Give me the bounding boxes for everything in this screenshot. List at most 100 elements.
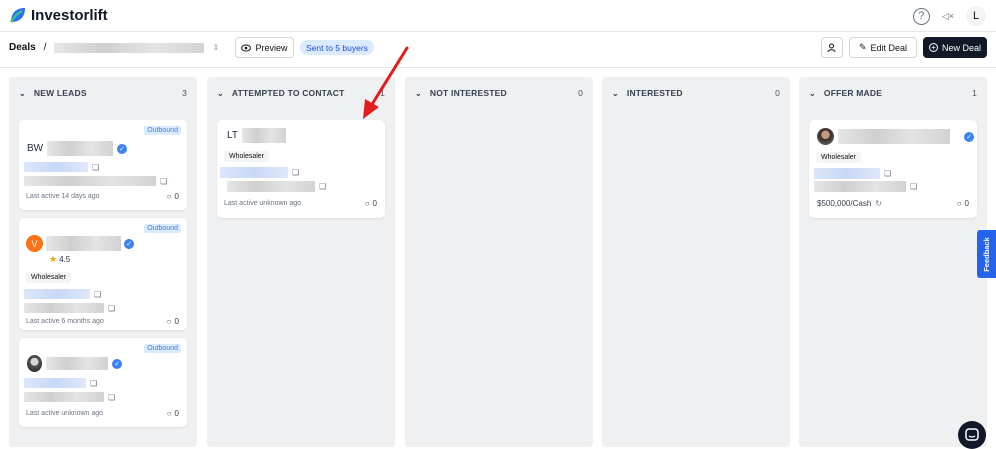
offer-price: $500,000/Cash — [817, 199, 872, 208]
column-header[interactable]: ⌄ NEW LEADS 3 — [9, 77, 197, 109]
breadcrumb-deals[interactable]: Deals — [9, 42, 36, 53]
chevron-down-icon: ⌄ — [612, 88, 619, 98]
deal-card[interactable]: LT Wholesaler ❏ ❏ Last active unknown ag… — [217, 120, 385, 218]
email-redacted[interactable] — [24, 378, 86, 388]
chevron-down-icon: ⌄ — [415, 88, 422, 98]
annotation-arrow — [363, 46, 409, 119]
logo[interactable]: Investorlift — [9, 6, 108, 24]
contact-initials: BW — [27, 143, 44, 154]
feedback-label: Feedback — [982, 236, 992, 272]
chat-launcher[interactable] — [958, 421, 986, 449]
copy-icon[interactable]: ❏ — [90, 379, 97, 388]
rating-value: 4.5 — [59, 255, 71, 264]
verified-icon: ✓ — [117, 143, 128, 154]
top-bar: Investorlift ? ◁× L — [0, 0, 996, 32]
copy-icon[interactable]: ❏ — [94, 290, 101, 299]
copy-icon[interactable]: ❏ — [108, 304, 115, 313]
last-active: Last active unknown ago — [224, 200, 302, 207]
column-count: 1 — [972, 88, 977, 98]
phone-redacted[interactable] — [24, 176, 156, 186]
comments[interactable]: ○ 0 — [167, 409, 179, 418]
chevron-down-icon: ⌄ — [809, 88, 816, 98]
column-title: NOT INTERESTED — [429, 88, 507, 98]
comment-icon: ○ — [166, 317, 172, 326]
plus-circle-icon: + — [928, 43, 938, 52]
verified-icon: ✓ — [124, 238, 134, 249]
deal-card[interactable]: Outbound V ✓ ★ 4.5 Wholesaler ❏ ❏ Last a… — [19, 218, 187, 330]
column-title: ATTEMPTED TO CONTACT — [231, 88, 345, 98]
outbound-badge: Outbound — [144, 344, 181, 353]
deal-card[interactable]: ✓ Wholesaler ❏ ❏ $500,000/Cash ↻ ○ 0 — [809, 120, 977, 218]
email-redacted[interactable] — [814, 168, 880, 179]
refresh-icon[interactable]: ↻ — [875, 199, 882, 208]
column-new-leads: ⌄ NEW LEADS 3 Outbound BW ✓ ❏ ❏ Last act… — [9, 77, 197, 447]
column-header[interactable]: ⌄ INTERESTED 0 — [602, 77, 790, 109]
copy-icon[interactable]: ❏ — [92, 163, 99, 172]
wholesaler-tag: Wholesaler — [816, 152, 862, 163]
pencil-icon: ✎ — [858, 42, 867, 52]
contact-name-redacted — [46, 236, 121, 251]
contact-name-redacted — [46, 357, 108, 370]
column-title: OFFER MADE — [823, 88, 883, 98]
comments[interactable]: ○ 0 — [167, 317, 179, 326]
preview-button[interactable]: Preview — [235, 37, 294, 58]
comments[interactable]: ○ 0 — [167, 192, 179, 201]
email-redacted[interactable] — [24, 162, 88, 172]
deal-header: Deals / ⇕ — [0, 32, 996, 68]
user-icon — [827, 43, 836, 52]
column-header[interactable]: ⌄ NOT INTERESTED 0 — [405, 77, 593, 109]
column-offer-made: ⌄ OFFER MADE 1 ✓ Wholesaler ❏ ❏ $500,000… — [799, 77, 987, 447]
phone-redacted[interactable] — [24, 303, 104, 313]
assign-user-button[interactable] — [821, 37, 843, 58]
column-count: 0 — [578, 88, 583, 98]
leaf-logo-icon — [10, 8, 25, 23]
deal-card[interactable]: Outbound BW ✓ ❏ ❏ Last active 14 days ag… — [19, 120, 187, 210]
chat-icon — [965, 428, 979, 441]
copy-icon[interactable]: ❏ — [160, 177, 167, 186]
deal-name-redacted[interactable] — [54, 42, 205, 53]
new-deal-button[interactable]: + New Deal — [923, 37, 987, 58]
phone-redacted[interactable] — [814, 181, 906, 192]
copy-icon[interactable]: ❏ — [108, 393, 115, 402]
last-active: Last active 14 days ago — [26, 193, 100, 200]
breadcrumb: Deals / ⇕ — [9, 42, 219, 53]
wholesaler-tag: Wholesaler — [26, 272, 72, 283]
comment-icon: ○ — [364, 199, 370, 208]
contact-name-redacted — [838, 129, 950, 144]
edit-deal-label: Edit Deal — [870, 42, 908, 53]
mute-icon[interactable]: ◁× — [942, 11, 954, 22]
contact-name-redacted — [47, 141, 114, 156]
column-title: INTERESTED — [626, 88, 683, 98]
email-redacted[interactable] — [220, 167, 288, 178]
sort-icon[interactable]: ⇕ — [212, 43, 219, 52]
column-header[interactable]: ⌄ OFFER MADE 1 — [799, 77, 987, 109]
help-icon[interactable]: ? — [912, 7, 930, 25]
comment-count: 0 — [174, 317, 179, 326]
copy-icon[interactable]: ❏ — [884, 169, 891, 178]
column-interested: ⌄ INTERESTED 0 — [602, 77, 790, 447]
comments[interactable]: ○ 0 — [957, 199, 969, 208]
verified-icon: ✓ — [112, 358, 122, 369]
column-attempted-to-contact: ⌄ ATTEMPTED TO CONTACT 1 LT Wholesaler ❏… — [207, 77, 395, 447]
last-active: Last active unknown ago — [26, 410, 104, 417]
phone-redacted[interactable] — [24, 392, 104, 402]
copy-icon[interactable]: ❏ — [319, 182, 326, 191]
deal-card[interactable]: Outbound ✓ ❏ ❏ Last active unknown ago ○… — [19, 338, 187, 427]
feedback-tab[interactable]: Feedback — [977, 230, 996, 278]
outbound-badge: Outbound — [144, 224, 181, 233]
email-redacted[interactable] — [24, 289, 90, 299]
copy-icon[interactable]: ❏ — [910, 182, 917, 191]
edit-deal-button[interactable]: ✎ Edit Deal — [849, 37, 917, 58]
breadcrumb-separator: / — [43, 42, 47, 53]
column-title: NEW LEADS — [33, 88, 87, 98]
user-avatar[interactable]: L — [966, 6, 986, 26]
comments[interactable]: ○ 0 — [365, 199, 377, 208]
comment-count: 0 — [964, 199, 969, 208]
eye-icon — [241, 44, 252, 51]
wholesaler-tag: Wholesaler — [224, 151, 270, 162]
preview-label: Preview — [255, 42, 288, 53]
chevron-down-icon: ⌄ — [19, 88, 26, 98]
phone-redacted[interactable] — [227, 181, 315, 192]
kanban-board: ⌄ NEW LEADS 3 Outbound BW ✓ ❏ ❏ Last act… — [0, 68, 996, 447]
copy-icon[interactable]: ❏ — [292, 168, 299, 177]
